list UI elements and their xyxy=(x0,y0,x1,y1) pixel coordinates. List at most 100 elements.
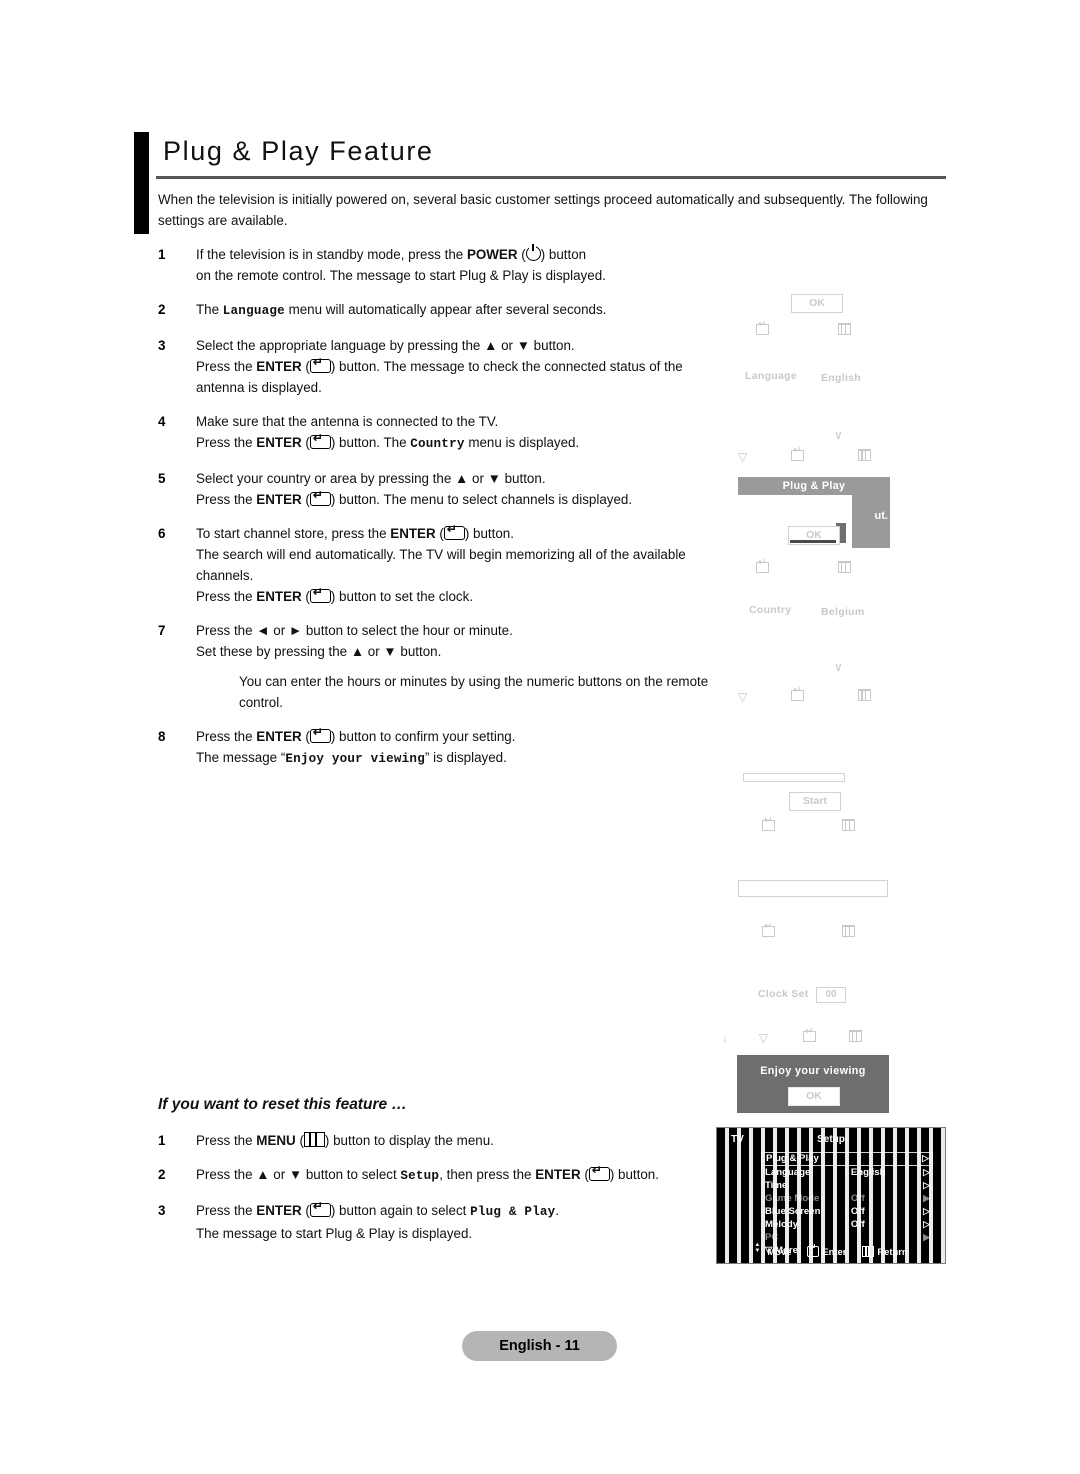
step-number: 8 xyxy=(158,729,166,744)
chevron-right-icon: ▷ xyxy=(922,1153,929,1163)
reset-section-heading: If you want to reset this feature … xyxy=(158,1096,407,1113)
osd-hint-row-3 xyxy=(756,558,886,578)
tv-setup-menu-screenshot: TV Setup Plug & Play ▷ Language : Englis… xyxy=(716,1127,946,1264)
step-number: 3 xyxy=(158,338,166,353)
menu-name-language: Language xyxy=(222,304,285,318)
step-text-part: Press the xyxy=(196,435,257,450)
enter-icon xyxy=(762,816,775,831)
enter-icon xyxy=(443,523,465,540)
step-text-part: . xyxy=(555,1203,560,1218)
power-keyword: POWER xyxy=(466,247,518,262)
tv-menu-item-language[interactable]: Language : English ▷ xyxy=(761,1166,933,1179)
enter-icon xyxy=(756,320,769,335)
enter-keyword: ENTER xyxy=(256,589,302,604)
osd-ok-button-1[interactable]: OK xyxy=(791,294,843,313)
osd-plug-and-play-dialog: Plug & Play ut. OK xyxy=(738,477,890,548)
tv-menu-item-plug-and-play[interactable]: Plug & Play ▷ xyxy=(761,1152,933,1166)
tv-menu-item-label: Melody xyxy=(765,1219,799,1230)
intro-paragraph: When the television is initially powered… xyxy=(158,192,928,228)
step-text-part: ( xyxy=(301,359,310,374)
step-text-part: Make sure that the antenna is connected … xyxy=(196,414,499,429)
menu-icon xyxy=(841,925,855,937)
arrow-down-icon: ▽ xyxy=(738,450,748,464)
step-item: 4 Make sure that the antenna is connecte… xyxy=(158,411,718,455)
tv-menu-item-melody[interactable]: Melody : Off ▷ xyxy=(761,1218,933,1231)
osd-enjoy-viewing-dialog: Enjoy your viewing OK xyxy=(737,1055,889,1113)
step-number: 3 xyxy=(158,1203,166,1218)
step-text: To start channel store, press the ENTER … xyxy=(196,523,718,607)
step-item: 1 Press the MENU () button to display th… xyxy=(158,1130,718,1151)
chevron-down-icon: ∨ xyxy=(834,428,843,442)
enter-keyword: ENTER xyxy=(390,526,436,541)
osd-country-label: Country xyxy=(749,604,792,616)
osd-language-value: English xyxy=(821,372,862,384)
step-text-part: Select your country or area by pressing … xyxy=(196,471,546,486)
osd-hint-row-1 xyxy=(756,320,886,340)
osd-hint-row-2: ▽ xyxy=(738,446,888,466)
tv-menu-item-pc[interactable]: PC ▶ xyxy=(761,1231,933,1244)
tv-hint-move: Move xyxy=(754,1242,791,1257)
step-item: 8 Press the ENTER () button to confirm y… xyxy=(158,726,718,770)
menu-name-setup: Setup xyxy=(400,1169,440,1183)
menu-name-plug-and-play: Plug & Play xyxy=(470,1205,556,1219)
step-note: You can enter the hours or minutes by us… xyxy=(239,674,709,710)
step-item: 3 Press the ENTER () button again to sel… xyxy=(158,1200,718,1244)
osd-hint-row-7: ↓ ▽ xyxy=(722,1027,887,1047)
step-text-part: Press the xyxy=(196,359,257,374)
enter-keyword: ENTER xyxy=(256,1203,302,1218)
menu-icon xyxy=(858,689,872,701)
step-text-part: ) button. The xyxy=(330,435,411,450)
step-number: 6 xyxy=(158,526,166,541)
osd-ok-button-3[interactable]: OK xyxy=(788,1087,840,1106)
tv-menu-item-game-mode[interactable]: Game Mode : Off ▶ xyxy=(761,1192,933,1205)
step-text-part: ) button again to select xyxy=(330,1203,471,1218)
arrow-down-icon: ▽ xyxy=(738,690,748,704)
step-text-part: ( xyxy=(435,526,444,541)
enter-icon xyxy=(309,432,331,449)
step-text-part: ( xyxy=(301,492,310,507)
tv-hint-label: Enter xyxy=(822,1246,847,1257)
osd-enjoy-viewing-text: Enjoy your viewing xyxy=(760,1065,866,1077)
tv-menu-item-blue-screen[interactable]: Blue Screen : Off ▷ xyxy=(761,1205,933,1218)
menu-icon xyxy=(841,819,855,831)
step-text-part: ( xyxy=(301,1203,310,1218)
step-text-part: To start channel store, press the xyxy=(196,526,391,541)
tv-menu-item-time[interactable]: Time ▷ xyxy=(761,1179,933,1192)
page-title: Plug & Play Feature xyxy=(163,136,434,166)
osd-ok-underline xyxy=(790,540,836,543)
tv-menu-item-label: PC xyxy=(765,1232,779,1243)
step-number: 5 xyxy=(158,471,166,486)
osd-hint-row-4: ▽ xyxy=(738,686,888,706)
title-divider xyxy=(156,176,946,179)
osd-empty-field xyxy=(738,880,888,897)
tv-menu-item-value: : Off xyxy=(845,1206,865,1217)
step-text: If the television is in standby mode, pr… xyxy=(196,244,718,286)
step-item: 3 Select the appropriate language by pre… xyxy=(158,335,718,398)
step-text-part: ( xyxy=(301,435,310,450)
chevron-right-icon: ▷ xyxy=(923,1219,930,1229)
tv-menu-item-label: Plug & Play xyxy=(766,1153,819,1164)
step-text-part: The xyxy=(196,302,223,317)
step-text-part: Press the xyxy=(196,492,257,507)
tv-menu-item-label: Language xyxy=(765,1167,811,1178)
tv-menu-hint-bar: Move Enter Return xyxy=(717,1242,945,1257)
menu-icon xyxy=(858,449,872,461)
step-text-part: ) button xyxy=(540,247,587,262)
enter-keyword: ENTER xyxy=(535,1167,581,1182)
chevron-right-icon: ▷ xyxy=(923,1206,930,1216)
menu-icon xyxy=(837,323,851,335)
osd-progress-bar xyxy=(743,773,845,782)
osd-country-value: Belgium xyxy=(821,606,865,618)
osd-start-button[interactable]: Start xyxy=(789,792,841,811)
step-text: Press the ◄ or ► button to select the ho… xyxy=(196,620,718,713)
step-text-part: If the television is in standby mode, pr… xyxy=(196,247,467,262)
step-item: 2 Press the ▲ or ▼ button to select Setu… xyxy=(158,1164,718,1187)
osd-clock-set-value[interactable]: 00 xyxy=(816,987,846,1003)
step-item: 2 The Language menu will automatically a… xyxy=(158,299,718,322)
tv-hint-enter: Enter xyxy=(807,1243,847,1257)
step-text-part: ( xyxy=(301,729,310,744)
step-text-part: ) button to set the clock. xyxy=(330,589,474,604)
tv-menu-heading: Setup xyxy=(817,1134,845,1145)
step-text-part: The message “ xyxy=(196,750,286,765)
reset-steps-list: 1 Press the MENU () button to display th… xyxy=(158,1130,718,1257)
